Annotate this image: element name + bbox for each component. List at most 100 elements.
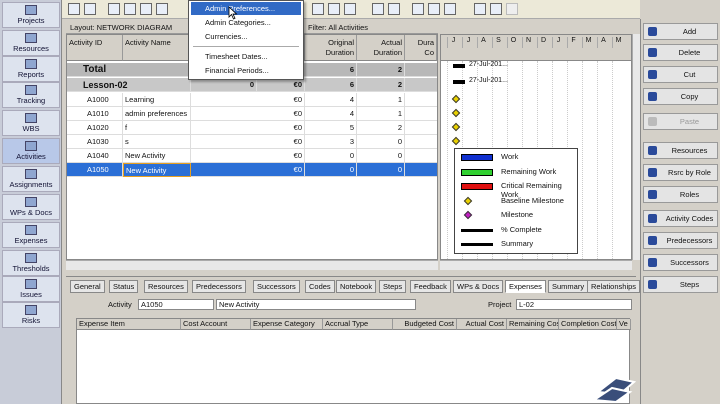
project-id-field[interactable]: L-02 [516,299,632,310]
activity-row[interactable]: A1020 f €0 5 2 [67,121,437,135]
nav-resources[interactable]: Resources [2,30,60,56]
columns-icon[interactable] [312,3,324,15]
rsrc-by-role-button[interactable]: Rsrc by Role [643,164,718,181]
cut-button[interactable]: Cut [643,66,718,83]
filter-label[interactable]: Filter: All Activities [308,23,368,32]
column-header[interactable]: Activity ID [67,35,123,61]
expand-icon[interactable] [84,3,96,15]
expense-column-header[interactable]: Budgeted Cost [393,319,457,330]
activity-row[interactable]: A1000 Learning €0 4 1 [67,93,437,107]
tab-successors[interactable]: Successors [253,280,300,293]
summary-bar[interactable] [453,80,465,84]
copy-button[interactable]: Copy [643,88,718,105]
layout-icon[interactable] [124,3,136,15]
activity-name: f [123,121,191,135]
milestone-marker[interactable] [451,136,461,146]
table-icon[interactable] [108,3,120,15]
resources-button[interactable]: Resources [643,142,718,159]
group-row[interactable]: Lesson-02 0 €0 6 2 [67,78,437,92]
tab-summary[interactable]: Summary [548,280,589,293]
gridline [597,61,598,259]
nav-reports[interactable]: Reports [2,56,60,82]
activity-row[interactable]: A1040 New Activity €0 0 0 [67,149,437,163]
nav-tracking[interactable]: Tracking [2,82,60,108]
nav-activities[interactable]: Activities [2,138,60,164]
summary-bar[interactable] [453,64,465,68]
delete-button[interactable]: Delete [643,44,718,61]
group-label: Lesson-02 [81,78,191,92]
tab-status[interactable]: Status [109,280,139,293]
menu-item-currencies[interactable]: Currencies... [191,30,301,43]
activity-row[interactable]: A1050 New Activity €0 0 0 [67,163,437,177]
milestone-marker[interactable] [451,108,461,118]
nav-risks[interactable]: Risks [2,302,60,328]
zoom-in-icon[interactable] [474,3,486,15]
nav-thresholds[interactable]: Thresholds [2,250,60,276]
column-header[interactable]: Activity Name [123,35,191,61]
original-duration: 0 [305,163,357,177]
bulb-icon[interactable] [444,3,456,15]
tab-general[interactable]: General [70,280,105,293]
nav-wps-docs[interactable]: WPs & Docs [2,194,60,220]
expense-column-header[interactable]: Cost Account [181,319,251,330]
sort-icon[interactable] [328,3,340,15]
grid-settings-icon[interactable] [388,3,400,15]
group-icon[interactable] [344,3,356,15]
schedule-icon[interactable] [412,3,424,15]
arrow-icon[interactable] [156,3,168,15]
layout-label[interactable]: Layout: NETWORK DIAGRAM [70,23,172,32]
steps-button[interactable]: Steps [643,276,718,293]
zoom-out-icon[interactable] [490,3,502,15]
network-icon[interactable] [140,3,152,15]
successors-button[interactable]: Successors [643,254,718,271]
window-icon[interactable] [68,3,80,15]
tab-wps-docs[interactable]: WPs & Docs [453,280,504,293]
menu-item-financial-periods[interactable]: Financial Periods... [191,64,301,77]
milestone-marker[interactable] [451,94,461,104]
expense-column-header[interactable]: Expense Item [77,319,181,330]
column-header[interactable]: Dura Co [405,35,437,61]
activity-codes-button[interactable]: Activity Codes [643,210,718,227]
nav-expenses[interactable]: Expenses [2,222,60,248]
tab-predecessors[interactable]: Predecessors [192,280,246,293]
activity-name: s [123,135,191,149]
menu-item-timesheet-dates[interactable]: Timesheet Dates... [191,50,301,63]
column-header[interactable]: Original Duration [305,35,357,61]
milestone-marker[interactable] [451,122,461,132]
tab-codes[interactable]: Codes [305,280,335,293]
tab-notebook[interactable]: Notebook [336,280,377,293]
expense-column-header[interactable]: Accrual Type [323,319,393,330]
tab-resources[interactable]: Resources [144,280,188,293]
expense-column-header[interactable]: Actual Cost [457,319,507,330]
level-icon[interactable] [428,3,440,15]
nav-issues[interactable]: Issues [2,276,60,302]
gantt-horizontal-scrollbar[interactable] [440,260,632,270]
add-button[interactable]: Add [643,23,718,40]
table-horizontal-scrollbar[interactable] [66,260,438,270]
activity-id-field[interactable]: A1050 [138,299,214,310]
nav-projects[interactable]: Projects [2,2,60,28]
filter-icon[interactable] [372,3,384,15]
tab-steps[interactable]: Steps [379,280,407,293]
nav-assignments[interactable]: Assignments [2,166,60,192]
roles-icon [648,190,657,199]
tab-expenses[interactable]: Expenses [505,280,546,293]
expense-column-header[interactable]: Expense Category [251,319,323,330]
nav-icon [25,85,37,95]
activity-row[interactable]: A1010 admin preferences €0 4 1 [67,107,437,121]
expense-column-header[interactable]: Ve [617,319,631,330]
predecessors-button[interactable]: Predecessors [643,232,718,249]
activity-row[interactable]: A1030 s €0 3 0 [67,135,437,149]
menu-item-admin-preferences[interactable]: Admin Preferences... [191,2,301,15]
vertical-scrollbar[interactable] [632,34,640,260]
actual-duration: 0 [357,149,405,163]
column-header[interactable]: Actual Duration [357,35,405,61]
menu-item-admin-categories[interactable]: Admin Categories... [191,16,301,29]
expense-column-header[interactable]: Remaining Cost [507,319,559,330]
tab-feedback[interactable]: Feedback [410,280,451,293]
expense-column-header[interactable]: Completion Cost [559,319,617,330]
nav-wbs[interactable]: WBS [2,110,60,136]
roles-button[interactable]: Roles [643,186,718,203]
activity-name-field[interactable]: New Activity [216,299,416,310]
tab-relationships[interactable]: Relationships [587,280,641,293]
